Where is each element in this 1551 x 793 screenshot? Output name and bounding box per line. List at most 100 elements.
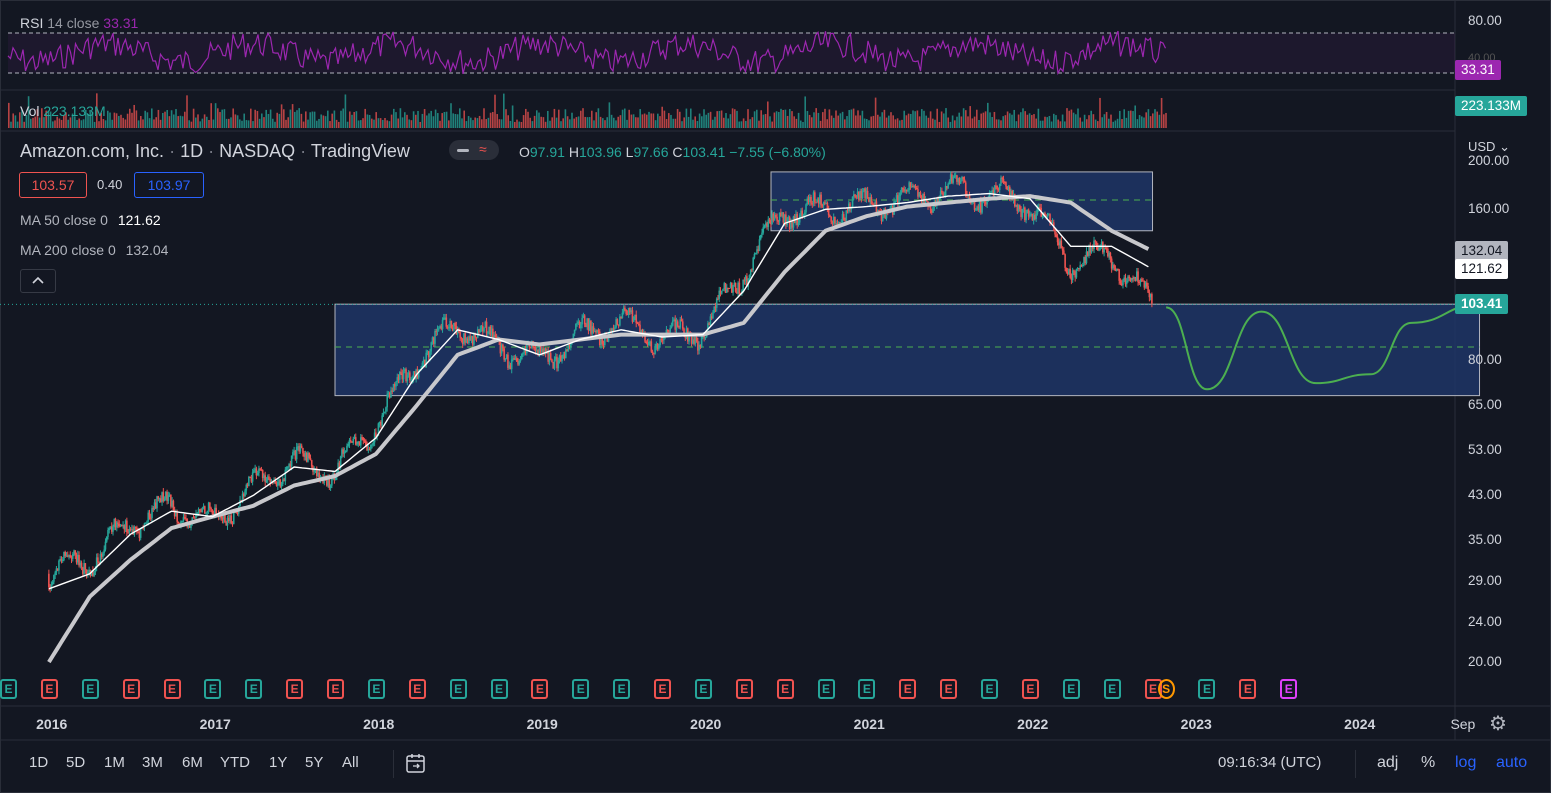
volume-bar xyxy=(399,108,402,128)
volume-bar xyxy=(921,109,923,128)
volume-bar xyxy=(718,110,721,128)
volume-bar xyxy=(531,121,534,128)
earnings-badge[interactable]: E xyxy=(694,679,712,699)
range-6m-button[interactable]: 6M xyxy=(182,754,203,771)
candle-body xyxy=(666,330,669,332)
candle-body xyxy=(287,466,289,468)
volume-bar xyxy=(1119,110,1121,128)
auto-toggle[interactable]: auto xyxy=(1496,754,1527,772)
candle-body xyxy=(371,444,373,446)
earnings-badge[interactable]: E xyxy=(531,679,549,699)
earnings-badge[interactable]: E xyxy=(408,679,426,699)
candle-body xyxy=(1119,280,1122,284)
earnings-badge[interactable]: E xyxy=(367,679,385,699)
earnings-badge[interactable]: E xyxy=(1062,679,1080,699)
ma200-legend[interactable]: MA 200 close 0 132.04 xyxy=(20,242,168,258)
earnings-badge[interactable]: E xyxy=(286,679,304,699)
earnings-badge[interactable]: E xyxy=(204,679,222,699)
candle-body xyxy=(834,216,836,224)
earnings-badge[interactable]: E xyxy=(0,679,17,699)
ask-button[interactable]: 103.97 xyxy=(134,172,204,198)
split-badge[interactable]: S xyxy=(1157,679,1175,699)
volume-bar xyxy=(852,108,855,128)
candle-body xyxy=(738,282,741,294)
log-toggle[interactable]: log xyxy=(1455,754,1476,772)
range-1y-button[interactable]: 1Y xyxy=(269,754,287,771)
candle-body xyxy=(776,216,778,221)
volume-bar xyxy=(1090,110,1092,128)
calendar-goto-icon[interactable] xyxy=(404,752,428,781)
earnings-badge[interactable]: E xyxy=(40,679,58,699)
collapse-legend-button[interactable] xyxy=(20,269,56,293)
volume-bar xyxy=(23,121,25,128)
earnings-badge[interactable]: E xyxy=(1198,679,1216,699)
candle-body xyxy=(232,512,235,524)
earnings-badge[interactable]: E xyxy=(817,679,835,699)
volume-bar xyxy=(679,111,681,128)
volume-bar xyxy=(498,119,501,128)
volume-bar xyxy=(441,113,443,128)
market-status-toggle[interactable]: ≈ xyxy=(449,140,499,160)
volume-bar xyxy=(773,112,776,128)
volume-bar xyxy=(146,112,149,128)
earnings-badge[interactable]: E xyxy=(245,679,263,699)
candle-body xyxy=(722,289,724,291)
price-tick: 53.00 xyxy=(1468,441,1502,457)
range-all-button[interactable]: All xyxy=(342,754,359,771)
volume-bar xyxy=(274,121,276,128)
ma50-legend[interactable]: MA 50 close 0 121.62 xyxy=(20,212,161,228)
candle-body xyxy=(347,444,350,446)
candle-body xyxy=(107,530,109,537)
earnings-badge[interactable]: E xyxy=(1021,679,1039,699)
volume-bar xyxy=(564,109,567,128)
volume-bar xyxy=(423,109,426,128)
range-3m-button[interactable]: 3M xyxy=(142,754,163,771)
earnings-badge[interactable]: E xyxy=(81,679,99,699)
symbol-legend[interactable]: Amazon.com, Inc. · 1D · NASDAQ · Trading… xyxy=(20,141,410,162)
volume-bar xyxy=(243,113,245,128)
volume-bar xyxy=(93,121,96,128)
earnings-badge[interactable]: E xyxy=(940,679,958,699)
earnings-badge[interactable]: E xyxy=(572,679,590,699)
bid-button[interactable]: 103.57 xyxy=(19,172,87,198)
range-1m-button[interactable]: 1M xyxy=(104,754,125,771)
volume-bar xyxy=(747,109,749,128)
range-5d-button[interactable]: 5D xyxy=(66,754,85,771)
earnings-badge[interactable]: E xyxy=(613,679,631,699)
range-1d-button[interactable]: 1D xyxy=(29,754,48,771)
range-ytd-button[interactable]: YTD xyxy=(220,754,250,771)
percent-toggle[interactable]: % xyxy=(1421,754,1435,772)
chart-canvas[interactable] xyxy=(0,0,1551,793)
adj-toggle[interactable]: adj xyxy=(1377,754,1398,772)
earnings-badge[interactable]: E xyxy=(899,679,917,699)
earnings-badge[interactable]: E xyxy=(981,679,999,699)
earnings-badge[interactable]: E xyxy=(1239,679,1257,699)
candle-body xyxy=(177,521,180,524)
dash-icon xyxy=(457,149,469,152)
candle-body xyxy=(196,512,199,514)
earnings-badge[interactable]: E xyxy=(490,679,508,699)
earnings-badge[interactable]: E xyxy=(1103,679,1121,699)
volume-bar xyxy=(1020,112,1022,128)
earnings-badge[interactable]: E xyxy=(122,679,140,699)
gear-icon[interactable]: ⚙ xyxy=(1489,711,1507,736)
earnings-badge[interactable]: E xyxy=(449,679,467,699)
earnings-badge[interactable]: E xyxy=(327,679,344,699)
volume-bar xyxy=(338,121,340,128)
earnings-badge[interactable]: E xyxy=(163,679,181,699)
candle-body xyxy=(704,337,707,339)
range-5y-button[interactable]: 5Y xyxy=(305,754,323,771)
volume-bar xyxy=(870,116,872,128)
clock-time[interactable]: 09:16:34 (UTC) xyxy=(1218,754,1321,771)
candle-body xyxy=(866,190,869,198)
earnings-badge[interactable]: E xyxy=(1280,679,1298,699)
earnings-badge[interactable]: E xyxy=(858,679,876,699)
earnings-badge[interactable]: E xyxy=(654,679,671,699)
volume-bar xyxy=(780,108,782,128)
earnings-badge[interactable]: E xyxy=(776,679,794,699)
candle-body xyxy=(636,323,639,325)
candle-body xyxy=(205,512,207,514)
earnings-badge[interactable]: E xyxy=(735,679,753,699)
volume-bar xyxy=(894,119,897,128)
volume-bar xyxy=(595,112,597,128)
